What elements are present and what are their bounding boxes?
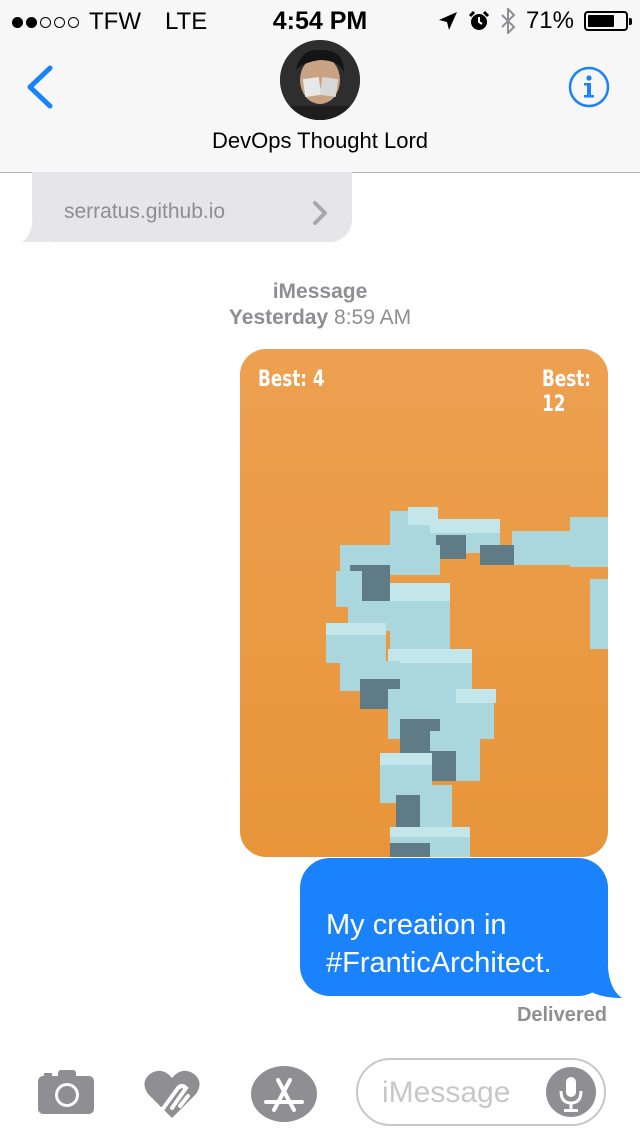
avatar[interactable] xyxy=(280,40,360,120)
message-input-placeholder: iMessage xyxy=(382,1076,511,1109)
delivery-status: Delivered xyxy=(516,1004,607,1026)
game-screenshot xyxy=(326,507,608,857)
location-arrow-icon xyxy=(438,12,457,30)
battery-icon xyxy=(584,11,632,31)
chevron-right-icon xyxy=(313,201,327,225)
link-domain[interactable]: serratus.github.io xyxy=(64,200,225,224)
best-score-left: Best: 4 xyxy=(258,367,325,392)
info-icon[interactable] xyxy=(568,66,610,108)
best-score-right: Best: 12 xyxy=(542,367,592,417)
alarm-icon xyxy=(468,10,490,30)
timestamp-day: Yesterday xyxy=(228,306,329,329)
message-timestamp: Yesterday 8:59 AM xyxy=(0,306,640,330)
sent-text-bubble[interactable]: My creation in #FranticArchitect. xyxy=(300,858,608,996)
contact-name[interactable]: DevOps Thought Lord xyxy=(0,128,640,154)
battery-percent: 71% xyxy=(525,7,574,34)
message-input[interactable]: iMessage xyxy=(356,1058,606,1126)
microphone-icon[interactable] xyxy=(546,1067,596,1117)
message-line-2: #FranticArchitect. xyxy=(326,947,552,979)
chevron-left-icon[interactable] xyxy=(22,64,56,110)
bluetooth-icon xyxy=(501,8,516,34)
service-label: iMessage xyxy=(272,280,368,303)
message-line-1: My creation in xyxy=(326,909,507,941)
timestamp-time: 8:59 AM xyxy=(334,306,412,329)
status-bar: TFW LTE 4:54 PM 71% xyxy=(0,0,640,40)
app-store-icon[interactable] xyxy=(250,1064,318,1124)
image-message-bubble[interactable]: Best: 4 Best: 12 xyxy=(240,349,608,857)
camera-icon[interactable] xyxy=(36,1068,96,1116)
heart-hand-icon[interactable] xyxy=(142,1066,202,1122)
